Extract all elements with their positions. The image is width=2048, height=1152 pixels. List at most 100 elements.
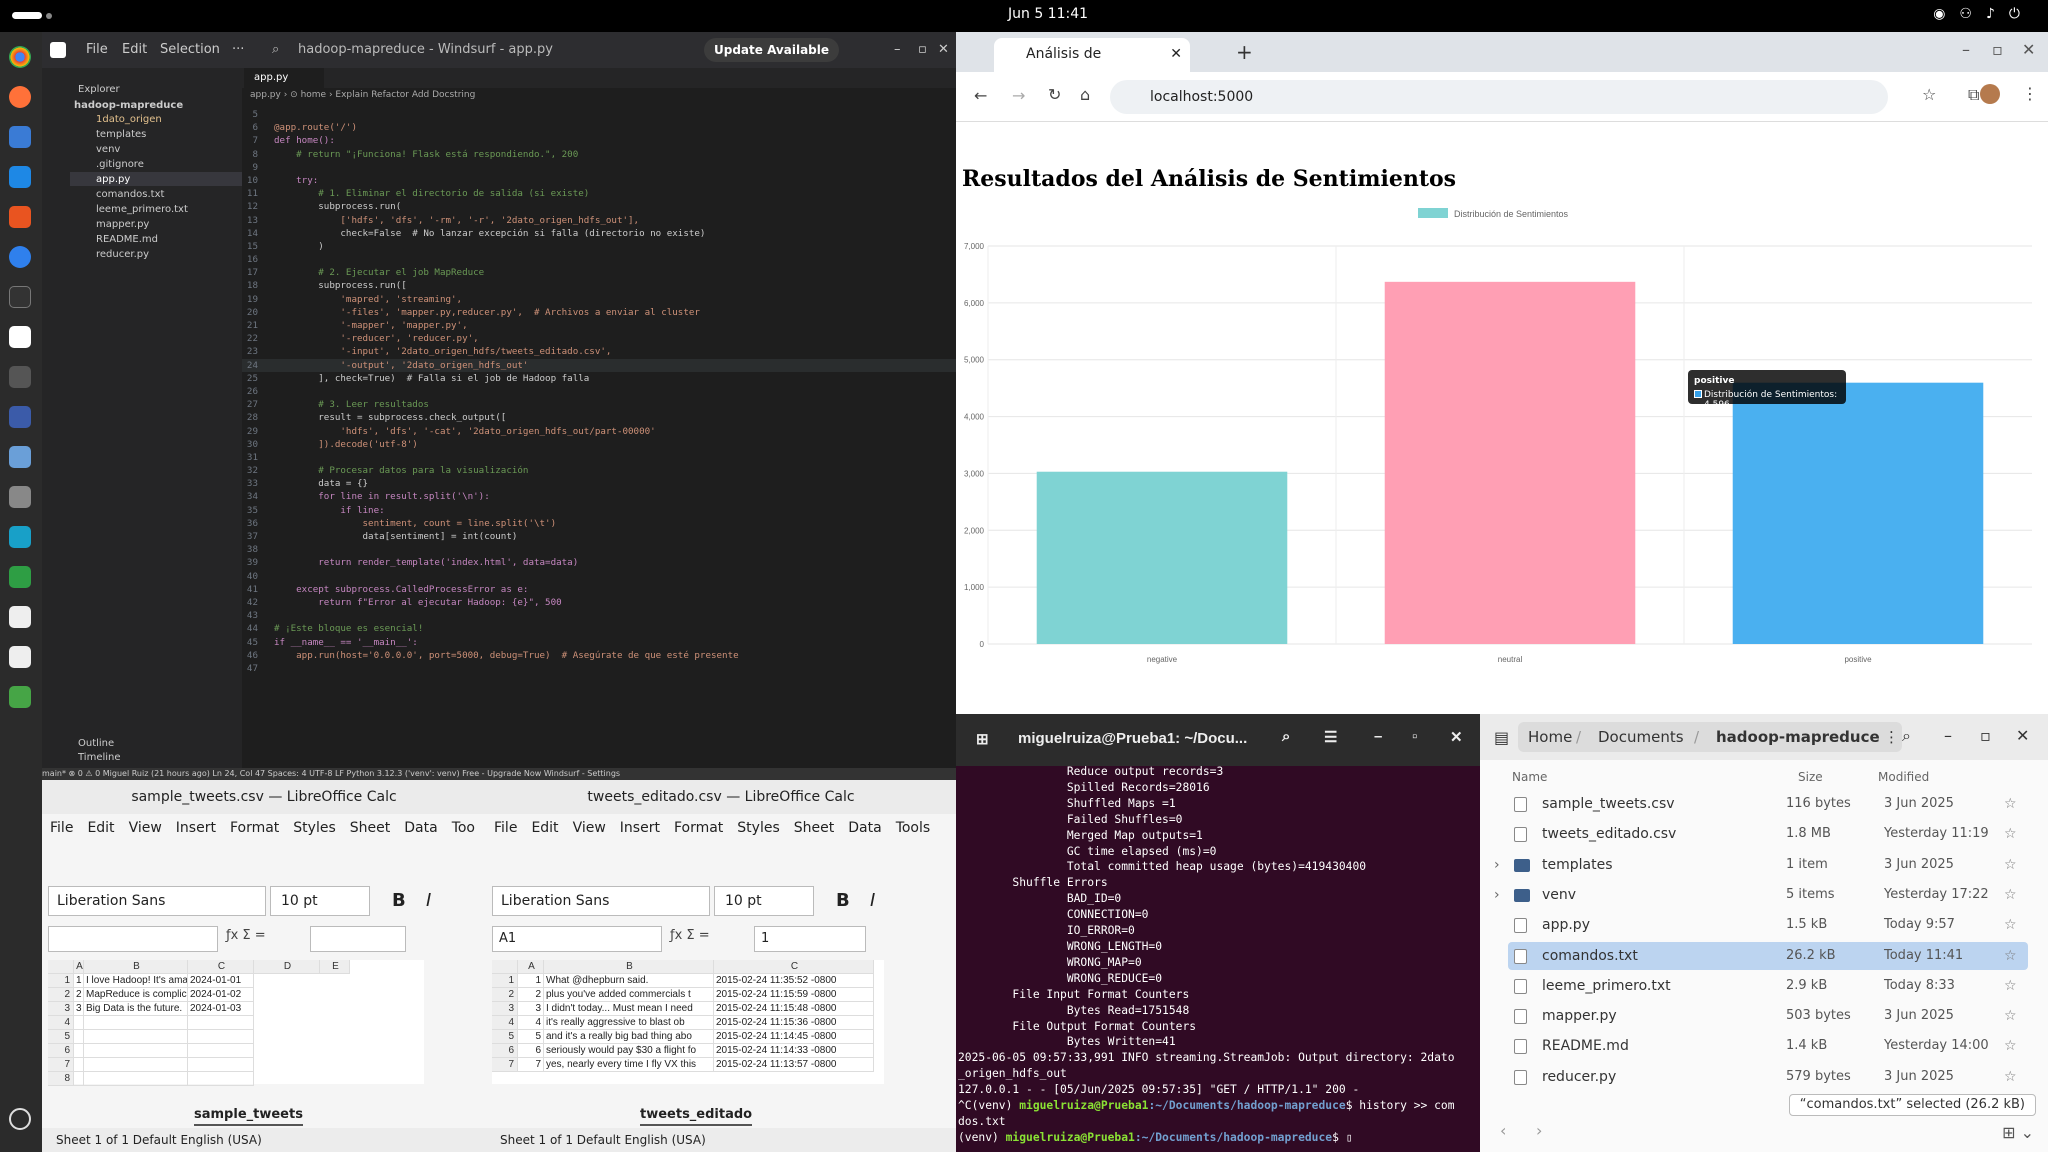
cell[interactable]: yes, nearly every time I fly VX this — [544, 1058, 714, 1072]
cell[interactable]: 2015-02-24 11:15:36 -0800 — [714, 1016, 874, 1030]
menu-item[interactable]: Tools — [896, 820, 931, 836]
menu-item[interactable]: Insert — [620, 820, 660, 836]
sidebar-toggle-icon[interactable]: ▤ — [1494, 728, 1509, 747]
code-line[interactable]: 27 # 3. Leer resultados — [242, 398, 956, 411]
trash-icon[interactable] — [9, 686, 31, 708]
cell[interactable]: seriously would pay $30 a flight fo — [544, 1044, 714, 1058]
cell[interactable]: 1 — [518, 974, 544, 988]
cell[interactable] — [84, 1058, 188, 1072]
corner-cell[interactable] — [492, 960, 518, 974]
menu-file[interactable]: File — [86, 42, 108, 57]
menu-item[interactable]: Edit — [531, 820, 558, 836]
terminal-output[interactable]: Reduce output records=3 Spilled Records=… — [958, 764, 1478, 1146]
cell[interactable]: What @dhepburn said. — [544, 974, 714, 988]
file-row[interactable]: › venv 5 items Yesterday 17:22 ☆ — [1494, 881, 2028, 909]
files-icon[interactable] — [9, 126, 31, 148]
cell[interactable] — [74, 1030, 84, 1044]
column-header[interactable]: A — [74, 960, 84, 974]
tree-item[interactable]: reducer.py — [96, 249, 149, 260]
menu-item[interactable]: Insert — [176, 820, 216, 836]
code-line[interactable]: 6 @app.route('/') — [242, 121, 956, 134]
row-header[interactable]: 1 — [48, 974, 74, 988]
path-documents[interactable]: Documents — [1598, 722, 1684, 752]
url-field[interactable]: localhost:5000 — [1110, 80, 1888, 114]
spreadsheet-grid[interactable]: A B C 1 1 What @dhepburn said. 2015-02-24 11:3… — [492, 960, 884, 1084]
formula-input[interactable] — [310, 926, 406, 952]
row-header[interactable]: 8 — [48, 1072, 74, 1086]
document-icon[interactable] — [9, 646, 31, 668]
menu-item[interactable]: Edit — [87, 820, 114, 836]
code-line[interactable]: 46 app.run(host='0.0.0.0', port=5000, de… — [242, 649, 956, 662]
cell[interactable]: 7 — [518, 1058, 544, 1072]
code-line[interactable]: 25 ], check=True) # Falla si el job de H… — [242, 372, 956, 385]
expand-icon[interactable]: › — [1494, 881, 1500, 909]
status-bar[interactable]: main* ⊗ 0 ⚠ 0 Miguel Ruiz (21 hours ago)… — [42, 768, 956, 780]
workspace-dot[interactable] — [46, 13, 52, 19]
column-header[interactable]: D — [254, 960, 320, 974]
cell[interactable] — [188, 1044, 254, 1058]
italic-icon[interactable]: I — [870, 890, 875, 911]
row-header[interactable]: 2 — [492, 988, 518, 1002]
tree-item[interactable]: mapper.py — [96, 219, 149, 230]
software-icon[interactable] — [9, 206, 31, 228]
sheet-tab[interactable]: tweets_editado — [640, 1104, 753, 1126]
code-line[interactable]: 39 return render_template('index.html', … — [242, 556, 956, 569]
column-header[interactable]: B — [84, 960, 188, 974]
font-size-box[interactable]: 10 pt — [270, 886, 370, 916]
cell[interactable]: MapReduce is complicated. — [84, 988, 188, 1002]
cell[interactable]: 2024-01-03 — [188, 1002, 254, 1016]
column-header[interactable]: A — [518, 960, 544, 974]
code-line[interactable]: 12 subprocess.run( — [242, 200, 956, 213]
file-row[interactable]: tweets_editado.csv 1.8 MB Yesterday 11:19 ☆ — [1508, 820, 2028, 848]
cell[interactable] — [84, 1016, 188, 1030]
cell[interactable]: 2015-02-24 11:14:33 -0800 — [714, 1044, 874, 1058]
cell[interactable] — [74, 1016, 84, 1030]
code-line[interactable]: 10 try: — [242, 174, 956, 187]
terminal-icon[interactable] — [9, 286, 31, 308]
code-line[interactable]: 5 — [242, 108, 956, 121]
app-icon[interactable] — [9, 526, 31, 548]
function-wizard-icon[interactable]: ƒx Σ = — [226, 928, 266, 943]
cell[interactable]: 2015-02-24 11:15:48 -0800 — [714, 1002, 874, 1016]
star-icon[interactable]: ☆ — [2004, 1002, 2017, 1030]
cursor[interactable]: $ ▯ — [1332, 1131, 1352, 1144]
code-line[interactable]: 18 subprocess.run([ — [242, 279, 956, 292]
row-header[interactable]: 3 — [48, 1002, 74, 1016]
text-editor-icon[interactable] — [9, 606, 31, 628]
code-line[interactable]: 40 — [242, 570, 956, 583]
menu-item[interactable]: Too — [452, 820, 475, 836]
menu-item[interactable]: Styles — [737, 820, 779, 836]
cell[interactable]: 4 — [518, 1016, 544, 1030]
cell[interactable] — [188, 1030, 254, 1044]
file-row[interactable]: README.md 1.4 kB Yesterday 14:00 ☆ — [1508, 1032, 2028, 1060]
code-line[interactable]: 44 # ¡Este bloque es esencial! — [242, 622, 956, 635]
path-current[interactable]: hadoop-mapreduce — [1716, 722, 1880, 752]
terminal-line[interactable]: (venv) miguelruiza@Prueba1:~/Documents/h… — [958, 1130, 1478, 1146]
view-toggle-icon[interactable]: ⊞ ⌄ — [2002, 1123, 2034, 1142]
extensions-icon[interactable]: ⧉ — [1968, 85, 1979, 105]
cell[interactable] — [74, 1072, 84, 1086]
cell[interactable] — [74, 1058, 84, 1072]
code-line[interactable]: 32 # Procesar datos para la visualizació… — [242, 464, 956, 477]
row-header[interactable]: 1 — [492, 974, 518, 988]
cell[interactable]: 2015-02-24 11:15:59 -0800 — [714, 988, 874, 1002]
scroll-right-icon[interactable]: › — [1536, 1121, 1542, 1140]
project-root[interactable]: hadoop-mapreduce — [74, 100, 183, 111]
file-row[interactable]: › templates 1 item 3 Jun 2025 ☆ — [1494, 851, 2028, 879]
code-line[interactable]: 22 '-reducer', 'reducer.py', — [242, 332, 956, 345]
menu-item[interactable]: File — [494, 820, 517, 836]
chrome-icon[interactable] — [9, 46, 31, 68]
code-line[interactable]: 21 '-mapper', 'mapper.py', — [242, 319, 956, 332]
close-icon[interactable]: ✕ — [1450, 728, 1463, 746]
cell[interactable]: 2015-02-24 11:35:52 -0800 — [714, 974, 874, 988]
close-icon[interactable]: ✕ — [938, 42, 949, 57]
cell[interactable]: 2015-02-24 11:14:45 -0800 — [714, 1030, 874, 1044]
search-icon[interactable]: ⌕ — [1902, 726, 1911, 746]
code-line[interactable]: 13 ['hdfs', 'dfs', '-rm', '-r', '2dato_o… — [242, 214, 956, 227]
calc-icon[interactable] — [9, 566, 31, 588]
menu-item[interactable]: Data — [848, 820, 881, 836]
code-line[interactable]: 19 'mapred', 'streaming', — [242, 293, 956, 306]
row-header[interactable]: 5 — [48, 1030, 74, 1044]
forward-icon[interactable]: → — [1012, 86, 1025, 105]
row-header[interactable]: 7 — [492, 1058, 518, 1072]
